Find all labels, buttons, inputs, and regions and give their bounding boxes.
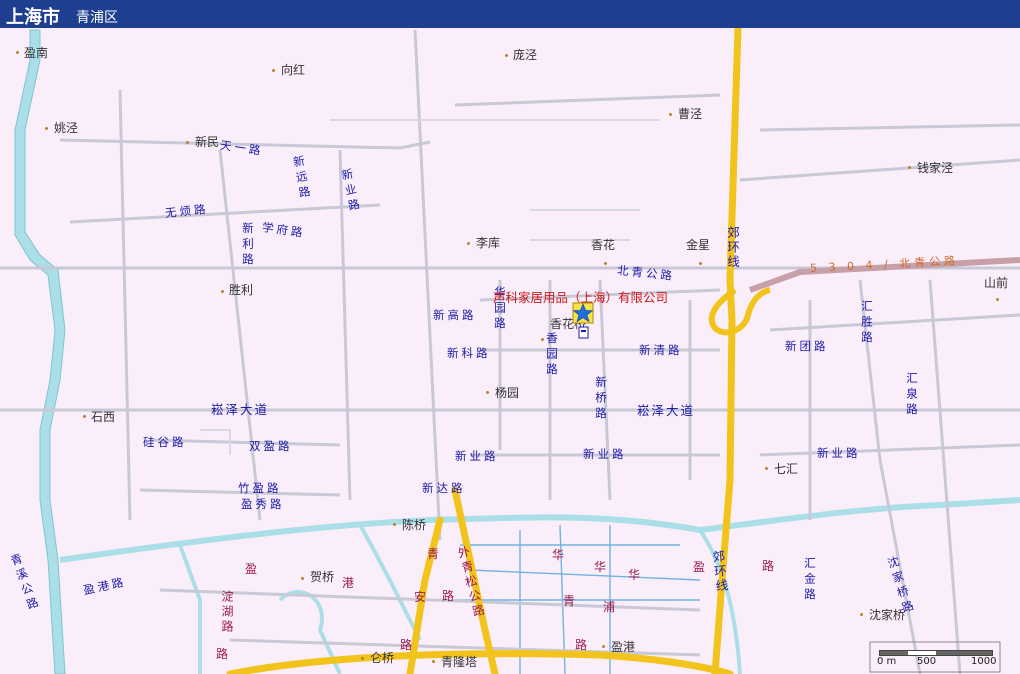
place-heqiao: 贺桥 — [310, 570, 335, 584]
road-dianhu: 淀湖路 — [220, 590, 234, 635]
road-songze-east: 崧泽大道 — [637, 403, 696, 418]
road-xinqing: 新清路 — [639, 343, 683, 357]
place-yangyuan: 杨园 — [495, 386, 520, 400]
place-jinxing: 金星 — [686, 238, 711, 252]
road-lu-2: 路 — [400, 638, 416, 652]
road-hua-2: 华 — [594, 560, 610, 574]
road-huijin: 汇金路 — [803, 557, 817, 604]
road-hua-3: 华 — [628, 568, 644, 582]
road-qing: 青 — [427, 547, 443, 561]
road-qingpu: 青 — [563, 594, 579, 608]
city-title: 上海市 — [6, 7, 60, 28]
road-guigu: 硅谷路 — [143, 435, 187, 449]
place-lunqiao: 仑桥 — [370, 651, 395, 665]
place-xianghong: 向红 — [281, 63, 306, 77]
road-gang: 港 — [342, 576, 358, 590]
road-xinye-3: 新业路 — [817, 446, 861, 460]
interchange — [708, 287, 771, 336]
place-qinglongta: 青隆塔 — [441, 655, 478, 669]
road-xinqiao: 新桥路 — [594, 376, 608, 423]
road-yingxiu: 盈秀路 — [241, 497, 285, 511]
place-xinmin: 新民 — [195, 135, 220, 149]
road-xintuan: 新团路 — [785, 339, 829, 353]
scale-zero: 0 m — [877, 656, 897, 667]
road-huiyuan: 汇泉路 — [905, 372, 919, 419]
place-shixi: 石西 — [91, 410, 116, 424]
road-songze-west: 崧泽大道 — [211, 402, 270, 417]
place-qianjiajing: 钱家泾 — [917, 161, 954, 175]
place-caojing: 曹泾 — [678, 107, 703, 121]
place-shanqian: 山前 — [984, 276, 1009, 290]
place-qihui: 七汇 — [774, 462, 799, 476]
road-xinye-1: 新业路 — [455, 449, 499, 463]
road-pu: 浦 — [603, 600, 619, 614]
road-jiaohuan-north: 郊环线 — [725, 226, 740, 270]
scale-mid: 500 — [917, 656, 937, 667]
road-zhuying: 竹盈路 — [238, 481, 282, 495]
road-xinli: 新利路 — [241, 222, 255, 269]
road-ying-1: 盈 — [693, 560, 709, 574]
road-lu-5: 路 — [216, 647, 232, 661]
road-xinda: 新达路 — [422, 481, 466, 495]
place-xianghua: 香花 — [591, 238, 616, 252]
district-title: 青浦区 — [76, 10, 118, 26]
place-pangjing: 庞泾 — [513, 48, 538, 62]
place-yingnan: 盈南 — [24, 46, 49, 60]
road-xiangyuan: 香园路 — [545, 332, 559, 379]
road-lu-4: 路 — [762, 559, 778, 573]
road-hua-1: 华 — [552, 548, 568, 562]
canal-main — [59, 497, 1020, 563]
minor-roads — [0, 29, 1020, 674]
place-shengli: 胜利 — [229, 283, 254, 297]
road-xinke: 新科路 — [447, 346, 491, 360]
place-liku: 李库 — [476, 236, 501, 250]
place-chenqiao: 陈桥 — [402, 518, 427, 532]
location-star-icon[interactable] — [572, 302, 594, 324]
place-yaojing: 姚泾 — [54, 121, 79, 135]
road-shuangying: 双盈路 — [249, 439, 293, 453]
road-xingao: 新高路 — [433, 308, 477, 322]
road-xinye-2: 新业路 — [583, 447, 627, 461]
scale-end: 1000 — [971, 656, 997, 667]
road-huihe: 汇胜路 — [860, 300, 874, 347]
road-lu-3: 路 — [575, 638, 591, 652]
scale-bar: 0 m 500 1000 — [875, 648, 997, 670]
place-yinggang: 盈港 — [611, 640, 636, 654]
map-canvas[interactable] — [0, 28, 1020, 674]
road-ying-2: 盈 — [245, 562, 261, 576]
title-bar: 上海市 青浦区 — [0, 0, 1020, 28]
road-lu-1: 路 — [442, 589, 458, 603]
building-icon — [578, 326, 589, 339]
road-an: 安 — [414, 590, 430, 604]
